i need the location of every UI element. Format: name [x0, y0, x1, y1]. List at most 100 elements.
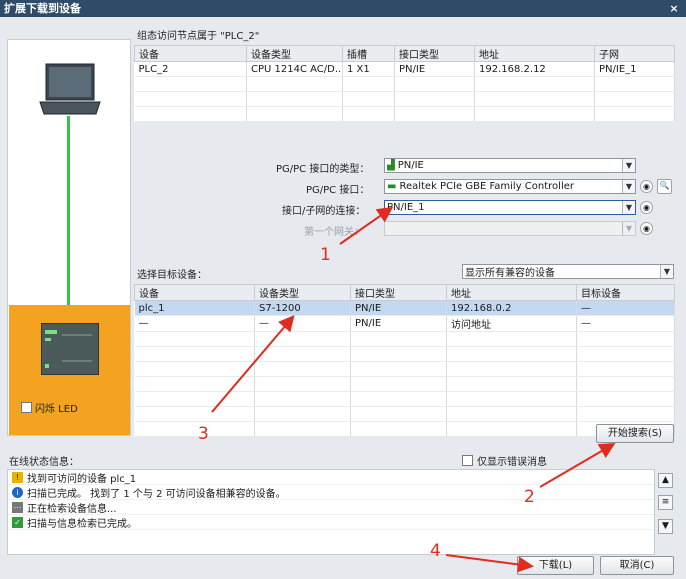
- info-icon: i: [12, 486, 23, 498]
- table-row-selected[interactable]: plc_1 S7-1200 PN/IE 192.168.0.2 —: [134, 300, 675, 316]
- table-row[interactable]: — — PN/IE 访问地址 —: [134, 315, 675, 332]
- flash-led-row[interactable]: 闪烁 LED: [21, 400, 78, 415]
- table-row-empty: [134, 421, 675, 437]
- status-message: i 扫描已完成。 找到了 1 个与 2 可访问设备相兼容的设备。: [8, 485, 654, 500]
- table-cell: —: [576, 300, 675, 316]
- properties-icon[interactable]: ◉: [640, 180, 653, 193]
- table-row-empty: [134, 76, 675, 92]
- pgpc-type-select[interactable]: ▟ PN/IE ▼: [384, 158, 636, 173]
- network-link-line: [67, 116, 70, 306]
- pgpc-interface-select[interactable]: ▬ Realtek PCIe GBE Family Controller ▼: [384, 179, 636, 194]
- start-search-button[interactable]: 开始搜索(S): [596, 424, 674, 443]
- chevron-down-icon[interactable]: ▼: [622, 159, 635, 172]
- column-header[interactable]: 设备: [134, 45, 247, 62]
- chevron-down-icon[interactable]: ▼: [658, 519, 673, 534]
- pgpc-interface-label: PG/PC 接口：: [306, 185, 370, 196]
- close-icon[interactable]: ×: [668, 3, 680, 14]
- annotation-number-4: 4: [430, 541, 441, 561]
- chevron-down-icon[interactable]: ▼: [622, 201, 635, 214]
- status-message: ! 找到可访问的设备 plc_1: [8, 470, 654, 485]
- table-cell: —: [254, 315, 351, 332]
- chevron-down-icon[interactable]: ▼: [660, 265, 673, 278]
- status-messages-list: ! 找到可访问的设备 plc_1 i 扫描已完成。 找到了 1 个与 2 可访问…: [7, 469, 655, 555]
- table-cell: —: [134, 315, 255, 332]
- window-title: 扩展下载到设备: [4, 2, 81, 15]
- search-progress-icon: ⋯: [12, 501, 23, 513]
- table-row-empty: [134, 406, 675, 422]
- table-cell: PLC_2: [134, 61, 247, 77]
- table-row-empty: [134, 391, 675, 407]
- table-cell: PN/IE: [350, 300, 447, 316]
- network-card-icon: ▬: [387, 181, 397, 192]
- properties-icon[interactable]: ◉: [640, 201, 653, 214]
- table-row-empty: [134, 106, 675, 122]
- warning-icon: !: [12, 471, 23, 483]
- access-nodes-table: 设备 设备类型 插槽 接口类型 地址 子网 PLC_2 CPU 1214C AC…: [134, 45, 675, 122]
- annotation-number-3: 3: [198, 424, 209, 444]
- chevron-down-icon[interactable]: ▼: [622, 180, 635, 193]
- table-cell: PN/IE: [350, 315, 447, 332]
- annotation-number-1: 1: [320, 245, 331, 265]
- table-cell: PN/IE_1: [594, 61, 675, 77]
- flash-led-label: 闪烁 LED: [35, 404, 78, 415]
- errors-only-label: 仅显示错误消息: [477, 457, 547, 468]
- column-header[interactable]: 子网: [594, 45, 675, 62]
- pgpc-type-label: PG/PC 接口的类型：: [276, 164, 370, 175]
- subnet-connection-select[interactable]: PN/IE_1 ▼: [384, 200, 636, 215]
- properties-icon[interactable]: ◉: [640, 222, 653, 235]
- status-message-text: 正在检索设备信息...: [27, 503, 117, 515]
- errors-only-option[interactable]: 仅显示错误消息: [462, 453, 547, 468]
- subnet-connection-label: 接口/子网的连接：: [282, 206, 366, 217]
- table-header-row: 设备 设备类型 插槽 接口类型 地址 子网: [134, 45, 675, 62]
- device-filter-value: 显示所有兼容的设备: [465, 268, 555, 279]
- column-header[interactable]: 设备类型: [246, 45, 343, 62]
- device-filter-select[interactable]: 显示所有兼容的设备 ▼: [462, 264, 674, 279]
- table-row-empty: [134, 346, 675, 362]
- table-row-empty: [134, 91, 675, 107]
- table-row[interactable]: PLC_2 CPU 1214C AC/D... 1 X1 PN/IE 192.1…: [134, 61, 675, 77]
- column-header[interactable]: 目标设备: [576, 284, 675, 301]
- flash-led-checkbox[interactable]: [21, 402, 32, 413]
- access-nodes-caption: 组态访问节点属于 "PLC_2": [137, 31, 260, 42]
- cancel-button[interactable]: 取消(C): [600, 556, 674, 575]
- errors-only-checkbox[interactable]: [462, 455, 473, 466]
- download-button[interactable]: 下载(L): [517, 556, 594, 575]
- pgpc-interface-value: Realtek PCIe GBE Family Controller: [399, 181, 574, 192]
- column-header[interactable]: 接口类型: [350, 284, 447, 301]
- table-cell: PN/IE: [394, 61, 475, 77]
- column-header[interactable]: 地址: [474, 45, 595, 62]
- column-header[interactable]: 接口类型: [394, 45, 475, 62]
- table-cell: S7-1200: [254, 300, 351, 316]
- scroll-up-icon[interactable]: ▲: [658, 473, 673, 488]
- list-menu-icon[interactable]: ≡: [658, 495, 673, 510]
- chevron-down-icon: ▼: [622, 222, 635, 235]
- table-row-empty: [134, 331, 675, 347]
- column-header[interactable]: 设备: [134, 284, 255, 301]
- window-title-bar: 扩展下载到设备 ×: [0, 0, 686, 17]
- table-row-empty: [134, 361, 675, 377]
- target-plc-panel: 闪烁 LED: [9, 305, 130, 435]
- table-cell: 访问地址: [446, 315, 577, 332]
- status-caption: 在线状态信息：: [9, 457, 79, 468]
- diagnostics-icon[interactable]: 🔍: [657, 179, 672, 194]
- table-row-empty: [134, 376, 675, 392]
- pg-pc-icon: [38, 62, 102, 121]
- network-icon: ▟: [387, 160, 395, 171]
- column-header[interactable]: 设备类型: [254, 284, 351, 301]
- status-message-text: 找到可访问的设备 plc_1: [27, 473, 137, 485]
- status-message-text: 扫描与信息检索已完成。: [27, 518, 137, 530]
- device-graphic-panel: 闪烁 LED: [7, 39, 131, 436]
- column-header[interactable]: 插槽: [342, 45, 395, 62]
- table-cell: —: [576, 315, 675, 332]
- status-message-text: 扫描已完成。 找到了 1 个与 2 可访问设备相兼容的设备。: [27, 488, 286, 500]
- annotation-number-2: 2: [524, 487, 535, 507]
- subnet-connection-value: PN/IE_1: [387, 202, 425, 213]
- column-header[interactable]: 地址: [446, 284, 577, 301]
- table-cell: plc_1: [134, 300, 255, 316]
- table-cell: CPU 1214C AC/D...: [246, 61, 343, 77]
- download-dialog: 闪烁 LED 组态访问节点属于 "PLC_2" 设备 设备类型 插槽 接口类型 …: [0, 17, 686, 579]
- table-cell: 192.168.2.12: [474, 61, 595, 77]
- gateway-select: ▼: [384, 221, 636, 236]
- check-icon: ✓: [12, 516, 23, 528]
- gateway-label: 第一个网关：: [304, 227, 364, 238]
